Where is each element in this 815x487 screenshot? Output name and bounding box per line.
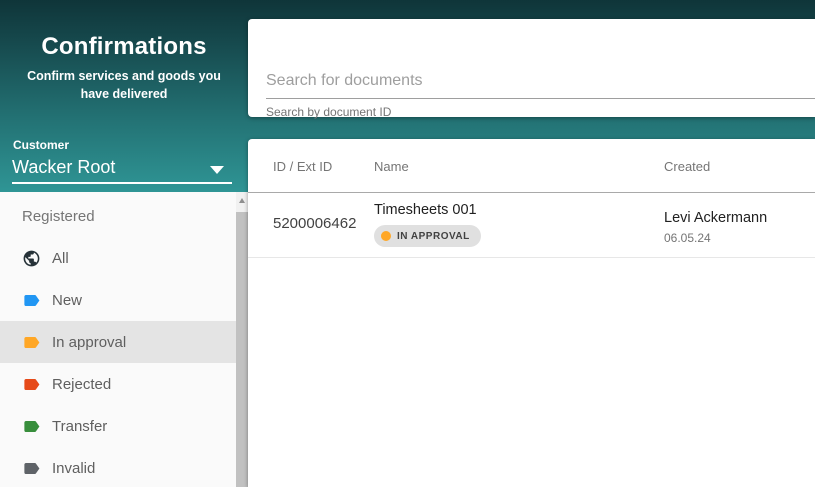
customer-select-label: Customer [13, 138, 69, 152]
table-row[interactable]: 5200006462 Timesheets 001 IN APPROVAL Le… [248, 194, 815, 258]
table-header-row: ID / Ext ID Name Created [248, 139, 815, 193]
sidebar-item-label: Rejected [52, 376, 111, 393]
status-filter-panel: Registered All New In approval Rejected [0, 192, 248, 487]
document-id: 5200006462 [273, 215, 356, 232]
sidebar-item-label: All [52, 250, 69, 267]
page-title: Confirmations [0, 33, 248, 61]
column-header-created: Created [664, 139, 710, 193]
label-icon [22, 375, 41, 394]
search-card: Search by document ID [248, 19, 815, 117]
search-input[interactable] [266, 63, 815, 99]
sidebar-item-label: New [52, 292, 82, 309]
status-badge: IN APPROVAL [374, 225, 481, 247]
label-icon [22, 333, 41, 352]
label-icon [22, 459, 41, 478]
sidebar-item-label: Transfer [52, 418, 107, 435]
status-dot-icon [381, 231, 391, 241]
created-date: 06.05.24 [664, 231, 711, 245]
page-subtitle: Confirm services and goods you have deli… [16, 67, 232, 103]
sidebar-item-label: In approval [52, 334, 126, 351]
document-name: Timesheets 001 [374, 202, 477, 218]
app-window: Confirmations Confirm services and goods… [0, 0, 815, 487]
sidebar-item-transfer[interactable]: Transfer [0, 405, 236, 447]
sidebar-item-invalid[interactable]: Invalid [0, 447, 236, 487]
customer-select-value: Wacker Root [12, 157, 115, 178]
sidebar-scrollbar-thumb[interactable] [236, 212, 248, 487]
section-label-registered: Registered [0, 195, 236, 237]
globe-icon [22, 249, 41, 268]
created-by: Levi Ackermann [664, 210, 767, 226]
sidebar-header: Confirmations Confirm services and goods… [0, 0, 248, 130]
sidebar-item-in-approval[interactable]: In approval [0, 321, 236, 363]
sidebar-item-label: Invalid [52, 460, 95, 477]
status-badge-label: IN APPROVAL [397, 231, 470, 242]
sidebar-item-new[interactable]: New [0, 279, 236, 321]
customer-select-underline [12, 182, 232, 184]
column-header-name: Name [374, 139, 409, 193]
chevron-down-icon [210, 166, 224, 174]
sidebar-item-all[interactable]: All [0, 237, 236, 279]
scrollbar-up-arrow-icon[interactable] [236, 192, 248, 208]
label-icon [22, 417, 41, 436]
sidebar-item-rejected[interactable]: Rejected [0, 363, 236, 405]
documents-table: ID / Ext ID Name Created 5200006462 Time… [248, 139, 815, 487]
column-header-id: ID / Ext ID [273, 139, 332, 193]
customer-select[interactable]: Customer Wacker Root [0, 132, 248, 192]
label-icon [22, 291, 41, 310]
search-helper-text: Search by document ID [266, 105, 391, 119]
